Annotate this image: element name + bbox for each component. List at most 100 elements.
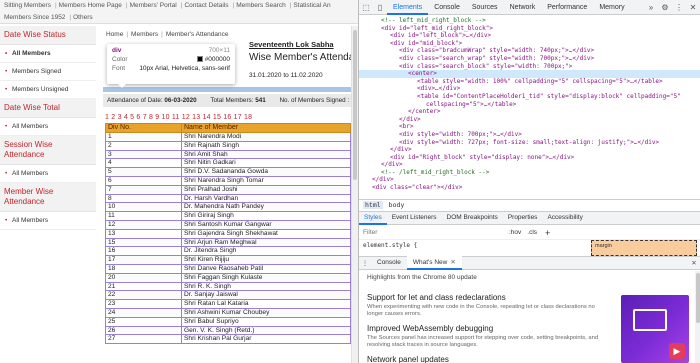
tab-accessibility[interactable]: Accessibility — [542, 211, 587, 225]
dom-node[interactable]: <div style="width: 700px;">…</div> — [359, 131, 700, 139]
tab-console[interactable]: Console — [371, 256, 407, 270]
dom-node[interactable]: </div> — [359, 161, 700, 169]
sidebar-item-all-members[interactable]: All Members — [0, 45, 96, 63]
dom-node[interactable]: <div class="bradcumWrap" style="width: 7… — [359, 47, 700, 55]
dom-node[interactable]: <table style="width: 100%" cellpadding="… — [359, 78, 700, 86]
page-link[interactable]: 4 — [124, 114, 128, 121]
dom-node[interactable]: </div> — [359, 176, 700, 184]
dom-breadcrumb-body[interactable]: body — [389, 201, 405, 209]
settings-icon[interactable]: ⚙ — [658, 3, 672, 12]
topnav-link[interactable]: Contact Details — [184, 2, 228, 9]
dom-node[interactable]: <div class="search_wrap" style="width: 7… — [359, 55, 700, 63]
page-link[interactable]: 6 — [136, 114, 140, 121]
whats-new-item[interactable]: Network panel updates — [367, 355, 607, 363]
dom-node[interactable]: <div id="Right_block" style="display: no… — [359, 154, 700, 162]
sidebar-item-all-members[interactable]: All Members — [0, 165, 96, 183]
class-toggle[interactable]: .cls — [527, 229, 537, 236]
topnav-link[interactable]: Sitting Members — [4, 2, 51, 9]
page-link[interactable]: 8 — [149, 114, 153, 121]
page-link[interactable]: 13 — [192, 114, 200, 121]
dom-node[interactable]: </div> — [359, 116, 700, 124]
tab-network[interactable]: Network — [504, 0, 542, 15]
page-link[interactable]: 17 — [234, 114, 242, 121]
breadcrumb-link[interactable]: Member's Attendance — [166, 31, 229, 38]
tab-console[interactable]: Console — [428, 0, 466, 15]
dom-node[interactable]: <!-- left_mid_right_block --> — [359, 17, 700, 25]
dom-node[interactable]: <div class="search_block" style="width: … — [359, 63, 700, 71]
sidebar-section-title[interactable]: Member Wise Attendance — [0, 183, 96, 212]
page-link[interactable]: 1 — [105, 114, 109, 121]
sidebar-section-title[interactable]: Session Wise Attendance — [0, 136, 96, 165]
topnav-link[interactable]: Statistical An — [293, 2, 330, 9]
sidebar-item-all-members[interactable]: All Members — [0, 212, 96, 230]
more-options-icon[interactable]: ⋮ — [672, 3, 686, 12]
element-style-rule[interactable]: element.style { — [363, 242, 417, 249]
tab-performance[interactable]: Performance — [541, 0, 593, 15]
breadcrumb-link[interactable]: Home — [106, 31, 123, 38]
tab-elements[interactable]: Elements — [387, 0, 429, 15]
topnav-link[interactable]: Others — [73, 14, 93, 21]
dom-tree[interactable]: <!-- left_mid_right_block --> <div id="le… — [359, 15, 700, 199]
dom-node[interactable]: cellspacing="5">…</table> — [359, 101, 700, 109]
dom-node[interactable]: <table id="ContentPlaceHolder1_tid" styl… — [359, 93, 700, 101]
dom-node[interactable]: <center> — [359, 70, 700, 78]
tab-sources[interactable]: Sources — [466, 0, 504, 15]
topnav-link[interactable]: Members Home Page — [59, 2, 122, 9]
whats-new-item[interactable]: Improved WebAssembly debugging The Sourc… — [367, 324, 607, 349]
topnav-link[interactable]: Members Since 1952 — [4, 14, 65, 21]
sidebar-item-all-members[interactable]: All Members — [0, 118, 96, 136]
page-link[interactable]: 16 — [223, 114, 231, 121]
page-link[interactable]: 7 — [143, 114, 147, 121]
sidebar-item-all-members[interactable]: Members Unsigned — [0, 81, 96, 99]
new-rule-button[interactable]: + — [545, 228, 550, 238]
sidebar-section-title[interactable]: Date Wise Status — [0, 26, 96, 45]
page-link[interactable]: 15 — [213, 114, 221, 121]
dom-node[interactable]: </div> — [359, 146, 700, 154]
tab-memory[interactable]: Memory — [593, 0, 630, 15]
dom-node[interactable]: <div class="clear"></div> — [359, 184, 700, 192]
drawer-menu-icon[interactable]: ⋮ — [359, 259, 371, 267]
topnav-link[interactable]: Members Search — [236, 2, 286, 9]
hover-state-toggle[interactable]: :hov — [509, 229, 521, 236]
dom-node[interactable]: <div id="mid_block"> — [359, 40, 700, 48]
whats-new-scrollbar[interactable] — [695, 271, 700, 363]
dom-breadcrumb-html[interactable]: html — [363, 201, 383, 209]
page-link[interactable]: 12 — [182, 114, 190, 121]
scrollbar-thumb[interactable] — [353, 30, 357, 180]
scrollbar-thumb[interactable] — [696, 273, 700, 323]
dom-node[interactable]: <div style="width: 727px; font-size: sma… — [359, 139, 700, 147]
styles-filter-input[interactable] — [363, 229, 503, 236]
close-drawer-icon[interactable]: ✕ — [687, 259, 700, 267]
inspect-element-icon[interactable]: ⬚ — [359, 3, 373, 12]
page-link[interactable]: 14 — [203, 114, 211, 121]
page-link[interactable]: 10 — [162, 114, 170, 121]
sidebar-item-all-members[interactable]: Members Signed — [0, 63, 96, 81]
close-tab-icon[interactable]: ✕ — [450, 259, 455, 266]
breadcrumb-link[interactable]: Members — [131, 31, 158, 38]
page-scrollbar[interactable] — [351, 26, 358, 363]
whats-new-item[interactable]: Support for let and class redeclarations… — [367, 293, 607, 318]
dom-node[interactable]: <div id="left_mid_right_block"> — [359, 25, 700, 33]
page-link[interactable]: 9 — [155, 114, 159, 121]
page-link[interactable]: 5 — [130, 114, 134, 121]
dom-node[interactable]: <!-- /left_mid_right_block --> — [359, 169, 700, 177]
page-link[interactable]: 3 — [118, 114, 122, 121]
dom-node[interactable]: <div>…</div> — [359, 85, 700, 93]
table-row: 15 Shri Arjun Ram Meghwal — [105, 238, 351, 248]
dom-node[interactable]: <div id="left_block">…</div> — [359, 32, 700, 40]
page-link[interactable]: 2 — [111, 114, 115, 121]
dom-node[interactable]: <br> — [359, 123, 700, 131]
tab-whats-new[interactable]: What's New ✕ — [406, 256, 462, 270]
more-tabs-icon[interactable]: » — [644, 3, 658, 12]
device-toolbar-icon[interactable]: ▯ — [373, 3, 387, 12]
sidebar-section-title[interactable]: Date Wise Total — [0, 99, 96, 118]
tab-event-listeners[interactable]: Event Listeners — [387, 211, 442, 225]
page-link[interactable]: 18 — [244, 114, 252, 121]
tab-properties[interactable]: Properties — [503, 211, 543, 225]
dom-node[interactable]: </center> — [359, 108, 700, 116]
page-link[interactable]: 11 — [172, 114, 180, 121]
close-devtools-icon[interactable]: ✕ — [686, 3, 700, 12]
topnav-link[interactable]: Members' Portal — [130, 2, 177, 9]
tab-dom-breakpoints[interactable]: DOM Breakpoints — [442, 211, 503, 225]
tab-styles[interactable]: Styles — [359, 211, 387, 225]
